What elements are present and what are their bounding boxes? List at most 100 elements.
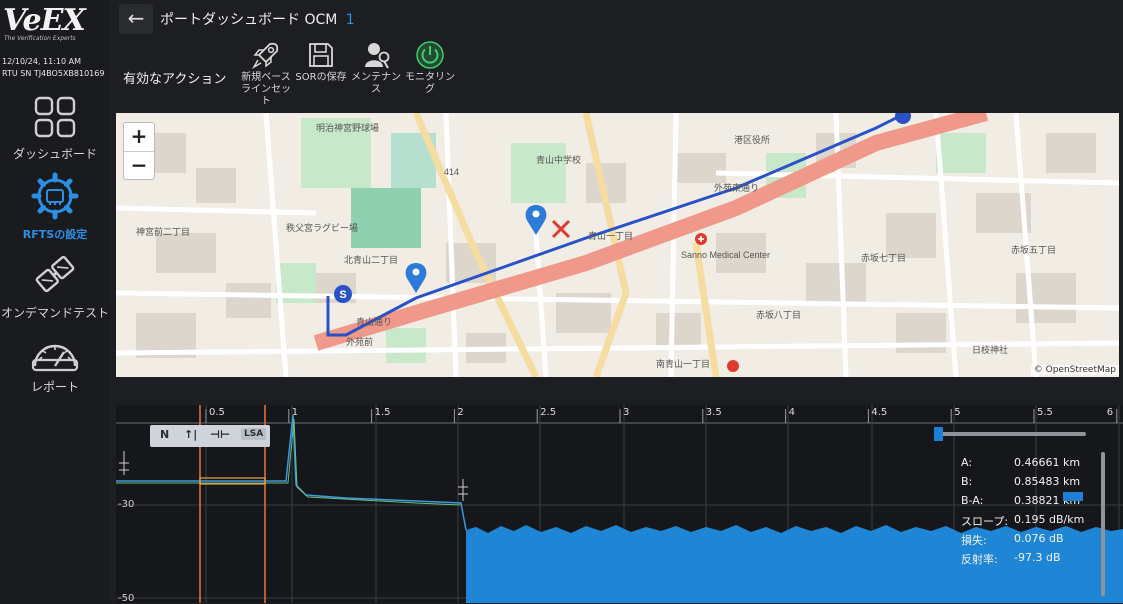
datetime-text: 12/10/24, 11:10 AM <box>2 57 81 66</box>
monitoring-button[interactable]: モニタリング <box>404 40 456 96</box>
readout-key: 損失: <box>961 534 987 547</box>
x-tick-label: 4.5 <box>871 407 888 418</box>
nav-on-demand-test[interactable]: オンデマンドテスト <box>0 250 110 321</box>
save-sor-label: SORの保存 <box>295 72 347 83</box>
readout-value: 0.195 dB/km <box>1014 513 1085 526</box>
start-marker-label: S <box>339 289 346 301</box>
event-pin-icon[interactable] <box>525 205 547 235</box>
nav-on-demand-label: オンデマンドテスト <box>0 306 109 320</box>
x-tick-label: 2.5 <box>540 407 557 418</box>
horizontal-zoom-slider[interactable] <box>934 427 1086 441</box>
readout-row-loss: 損失: 0.076 dB <box>961 532 1101 551</box>
map-label: 414 <box>444 167 459 177</box>
power-icon <box>416 41 444 69</box>
map-label: 青山一丁目 <box>588 230 633 241</box>
readout-row-slope: スロープ: 0.195 dB/km <box>961 513 1101 532</box>
map-label: 神宮前二丁目 <box>136 226 190 237</box>
sidebar: VeEX The Verification Experts 12/10/24, … <box>0 0 110 603</box>
zoom-out-button[interactable]: − <box>124 152 154 180</box>
vertical-slider-handle[interactable] <box>1063 492 1083 501</box>
zoom-in-button[interactable]: + <box>124 123 154 152</box>
trace-toolbar: N ↑| ⊣⊢ LSA <box>150 425 270 447</box>
map-label: 日枝神社 <box>972 344 1008 355</box>
page-title-suffix: OCM <box>304 12 338 28</box>
map-zoom-control: + − <box>123 122 155 180</box>
map-label: 南青山一丁目 <box>656 358 710 369</box>
readout-value: 0.85483 km <box>1014 475 1081 488</box>
map-canvas: S 明治神宮野球場 青山中学校 414 北青山二丁目 青山一丁目 赤坂五丁目 赤… <box>116 113 1119 377</box>
x-tick-label: 5.5 <box>1037 407 1053 418</box>
veex-logo: VeEX <box>3 3 86 38</box>
readout-key: A: <box>961 456 973 469</box>
map-label: Sanno Medical Center <box>681 250 770 260</box>
readout-row-a: A: 0.46661 km <box>961 456 1101 475</box>
readout-value: -97.3 dB <box>1014 551 1061 564</box>
vertical-zoom-slider[interactable] <box>1101 452 1105 596</box>
map-label: 外苑前 <box>346 336 373 347</box>
floppy-disk-icon <box>309 43 333 67</box>
back-button[interactable]: ← <box>119 4 153 34</box>
nav-dashboard[interactable]: ダッシュボード <box>0 95 110 162</box>
map-label: 明治神宮野球場 <box>316 122 379 133</box>
maintenance-label: メンテナンス <box>351 72 401 95</box>
x-tick-label: 5 <box>954 407 961 418</box>
readout-value: 0.076 dB <box>1014 532 1064 545</box>
readout-key: B: <box>961 475 973 488</box>
maintenance-button[interactable]: メンテナンス <box>350 40 402 96</box>
rocket-icon <box>251 42 279 70</box>
map-school-area <box>511 143 566 203</box>
monitoring-label: モニタリング <box>405 72 455 95</box>
x-tick-label: 3 <box>623 407 630 418</box>
event-pin-icon[interactable] <box>405 263 427 293</box>
map-attribution[interactable]: © OpenStreetMap <box>1030 365 1119 375</box>
map-stadium-area <box>351 188 421 248</box>
map-label: 赤坂五丁目 <box>1011 245 1056 255</box>
map-label: 青山中学校 <box>536 154 581 165</box>
map-label: 赤坂七丁目 <box>861 253 906 263</box>
horizontal-slider-handle[interactable] <box>934 427 943 441</box>
fault-location-icon[interactable] <box>551 219 571 239</box>
dashboard-grid-icon <box>34 96 76 138</box>
actions-heading: 有効なアクション <box>123 72 227 87</box>
y-tick-label: -30 <box>118 499 135 510</box>
readout-value: 0.46661 km <box>1014 456 1081 469</box>
nav-dashboard-label: ダッシュボード <box>12 147 97 161</box>
readout-row-reflectance: 反射率: -97.3 dB <box>961 551 1101 570</box>
x-tick-label: 4 <box>788 407 795 418</box>
map-label: 北青山二丁目 <box>344 254 398 265</box>
logo-tagline: The Verification Experts <box>4 35 76 42</box>
tool-span-button[interactable]: ⊣⊢ <box>210 428 230 441</box>
map-green-area <box>936 133 986 173</box>
tool-lsa-button[interactable]: LSA <box>241 428 267 440</box>
x-tick-label: 1 <box>291 407 299 418</box>
x-tick-label: 2 <box>457 407 464 418</box>
hospital-icon <box>727 360 739 372</box>
page-title-text: ポートダッシュボード <box>160 12 300 28</box>
map-label: 港区役所 <box>734 134 770 145</box>
nav-report[interactable]: レポート <box>0 330 110 395</box>
end-marker[interactable] <box>895 113 911 124</box>
tool-marker-button[interactable]: ↑| <box>184 428 197 441</box>
nav-rfts-settings[interactable]: RFTSの設定 <box>0 172 110 242</box>
x-tick-label: 0.5 <box>209 407 225 418</box>
port-number: 1 <box>345 12 355 28</box>
readout-key: B-A: <box>961 494 984 507</box>
on-demand-test-icon <box>35 255 75 293</box>
save-sor-button[interactable]: SORの保存 <box>295 40 347 84</box>
new-baseline-button[interactable]: 新規ベースラインセット <box>240 40 292 108</box>
new-baseline-label: 新規ベースラインセット <box>241 72 291 107</box>
readout-key: スロープ: <box>961 515 1009 528</box>
nav-report-label: レポート <box>30 380 79 394</box>
y-tick-label: -50 <box>118 593 135 604</box>
report-gauge-icon <box>31 344 79 372</box>
map-label: 外苑東通り <box>714 182 759 193</box>
readout-key: 反射率: <box>961 553 998 566</box>
back-arrow-icon: ← <box>127 6 145 30</box>
maintenance-worker-icon <box>365 43 390 69</box>
measurement-readout: A: 0.46661 km B: 0.85483 km B-A: 0.38821… <box>961 456 1101 570</box>
route-map[interactable]: S 明治神宮野球場 青山中学校 414 北青山二丁目 青山一丁目 赤坂五丁目 赤… <box>116 113 1119 377</box>
gear-settings-icon <box>31 172 79 220</box>
map-label: 秩父宮ラグビー場 <box>286 222 358 233</box>
rtu-serial-text: RTU SN TJ4BO5XB810169 <box>2 69 105 78</box>
tool-normal-button[interactable]: N <box>160 428 169 441</box>
